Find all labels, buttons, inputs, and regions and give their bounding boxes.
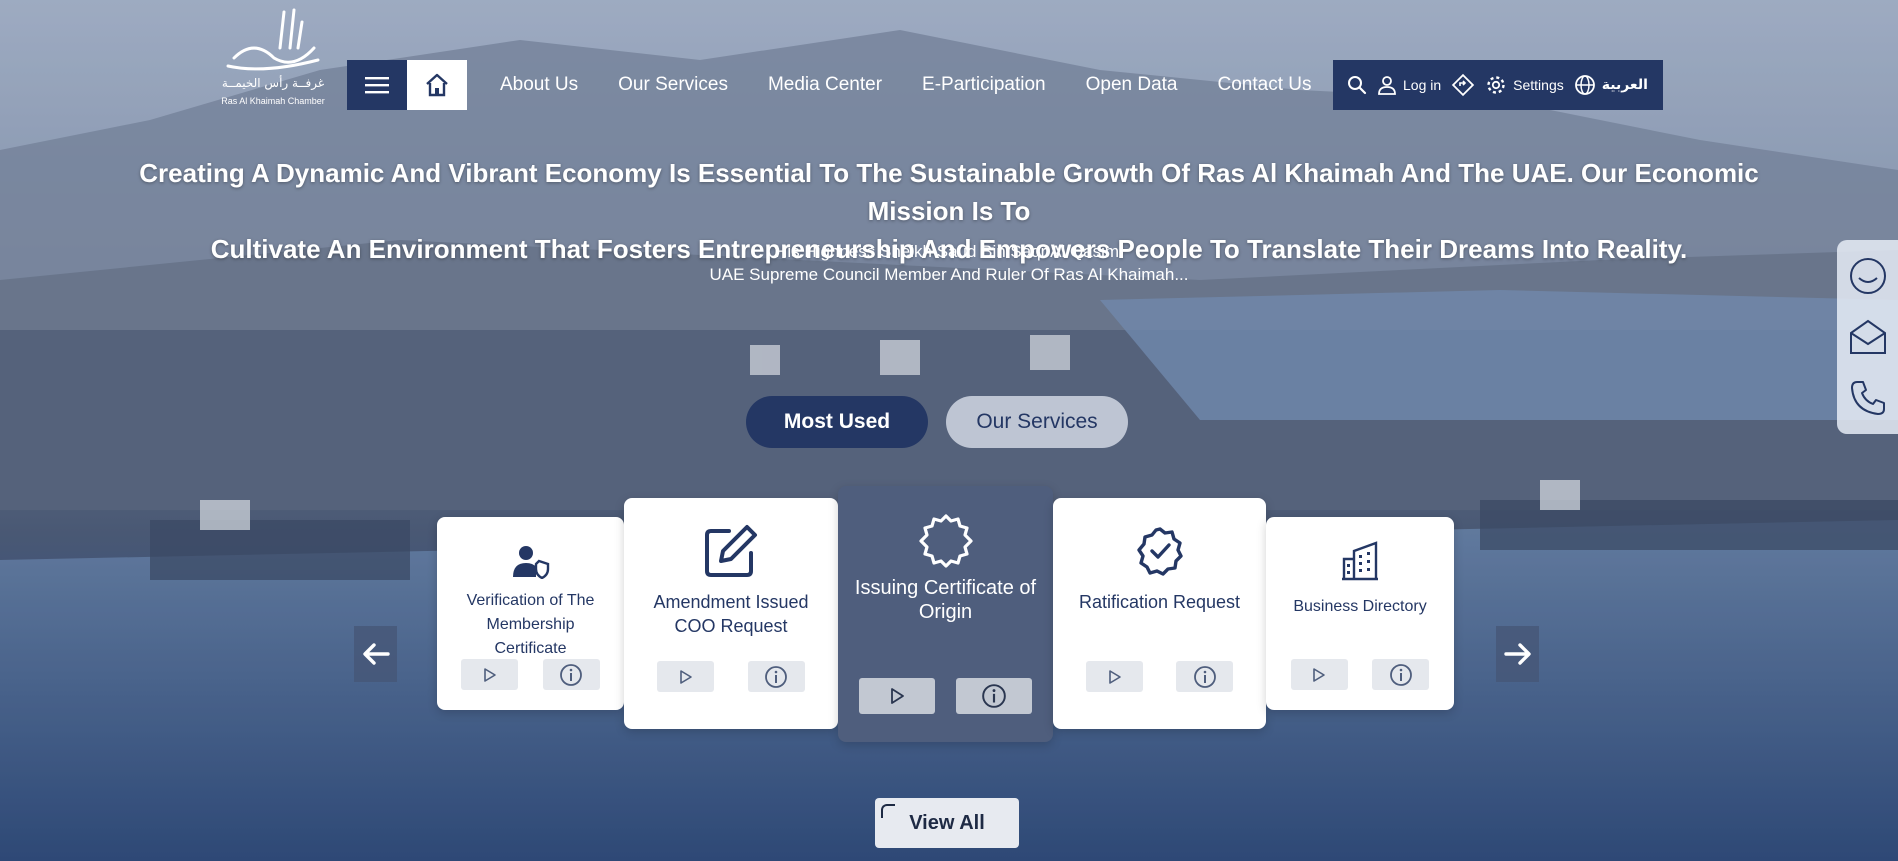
play-icon xyxy=(680,669,692,684)
hero-quote-line-1: Creating A Dynamic And Vibrant Economy I… xyxy=(139,158,1759,226)
user-shield-icon xyxy=(512,546,549,579)
nav-open-data[interactable]: Open Data xyxy=(1086,74,1178,96)
settings-button[interactable]: Settings xyxy=(1485,74,1564,96)
info-icon xyxy=(1193,665,1216,688)
edit-square-icon xyxy=(705,525,757,577)
nav-e-participation[interactable]: E-Participation xyxy=(922,74,1046,96)
nav-media-center[interactable]: Media Center xyxy=(768,74,882,96)
login-button[interactable]: Log in xyxy=(1377,75,1441,95)
service-info-button[interactable] xyxy=(747,661,805,692)
badge-check-icon xyxy=(1136,527,1183,576)
hamburger-menu-button[interactable] xyxy=(347,60,407,110)
directions-icon xyxy=(1451,73,1475,97)
utility-bar: Log in Settings العربية xyxy=(1333,60,1663,110)
nav-our-services[interactable]: Our Services xyxy=(618,74,728,96)
carousel-next-button[interactable] xyxy=(1496,626,1539,682)
gear-icon xyxy=(1487,76,1505,94)
open-service-button[interactable] xyxy=(859,678,935,714)
info-icon xyxy=(560,663,583,686)
service-info-button[interactable] xyxy=(542,659,600,690)
nav-contact-us[interactable]: Contact Us xyxy=(1218,74,1312,96)
service-card-title: Business Directory xyxy=(1293,598,1427,615)
settings-label: Settings xyxy=(1513,77,1564,93)
open-service-button[interactable] xyxy=(1086,661,1143,692)
carousel-prev-button[interactable] xyxy=(354,626,397,682)
tab-most-used[interactable]: Most Used xyxy=(746,396,928,448)
play-icon xyxy=(1313,667,1325,682)
user-icon xyxy=(1378,76,1396,95)
directions-button[interactable] xyxy=(1451,73,1475,97)
svg-text:Ras Al Khaimah Chamber: Ras Al Khaimah Chamber xyxy=(221,96,325,106)
svg-text:غرفــة رأس الخيمــة: غرفــة رأس الخيمــة xyxy=(222,75,324,91)
service-info-button[interactable] xyxy=(1176,661,1233,692)
main-navigation: About Us Our Services Media Center E-Par… xyxy=(500,60,1311,110)
globe-icon xyxy=(1574,75,1595,95)
play-icon xyxy=(891,688,904,704)
play-icon xyxy=(1108,669,1121,684)
phone-icon[interactable] xyxy=(1848,378,1888,418)
corner-accent xyxy=(881,804,895,818)
open-service-button[interactable] xyxy=(657,661,715,692)
service-card-ratification-request[interactable]: Ratification Request xyxy=(1053,498,1266,729)
view-all-button[interactable]: View All xyxy=(875,798,1019,848)
view-all-label: View All xyxy=(909,811,985,834)
service-card-amendment-coo[interactable]: Amendment Issued COO Request xyxy=(624,498,838,729)
hamburger-icon xyxy=(365,77,389,94)
language-label: العربية xyxy=(1601,77,1648,93)
service-card-issuing-coo[interactable]: Issuing Certificate of Origin xyxy=(838,486,1053,742)
hero-author: His Highness Sheikh Saud Bin Saqr Al Qas… xyxy=(0,240,1898,286)
building-icon xyxy=(1342,541,1378,581)
service-info-button[interactable] xyxy=(1372,659,1430,690)
nav-about-us[interactable]: About Us xyxy=(500,74,578,96)
info-icon xyxy=(1389,663,1412,686)
login-label: Log in xyxy=(1403,77,1442,93)
info-icon xyxy=(982,684,1006,708)
home-button[interactable] xyxy=(407,60,467,110)
search-button[interactable] xyxy=(1347,75,1367,95)
service-card-title: Ratification Request xyxy=(1078,592,1241,612)
service-card-business-directory[interactable]: Business Directory xyxy=(1266,517,1454,710)
home-icon xyxy=(426,73,448,97)
service-card-title: Amendment Issued COO Request xyxy=(653,592,809,636)
service-card-title: Verification of The Membership Certifica… xyxy=(466,592,595,657)
happiness-meter-icon[interactable] xyxy=(1848,256,1888,296)
language-switch-button[interactable]: العربية xyxy=(1574,74,1648,96)
author-name: His Highness Sheikh Saud Bin Saqr Al Qas… xyxy=(775,242,1123,261)
search-icon xyxy=(1348,76,1367,95)
author-title: UAE Supreme Council Member And Ruler Of … xyxy=(709,265,1189,284)
tab-our-services[interactable]: Our Services xyxy=(946,396,1128,448)
open-service-button[interactable] xyxy=(1290,659,1348,690)
open-service-button[interactable] xyxy=(461,659,519,690)
service-card-title: Issuing Certificate of Origin xyxy=(854,577,1037,623)
arrow-left-icon xyxy=(362,643,390,665)
service-card-verification-membership[interactable]: Verification of The Membership Certifica… xyxy=(437,517,624,710)
certificate-badge-icon xyxy=(918,514,973,568)
ras-al-khaimah-chamber-logo[interactable]: غرفــة رأس الخيمــة Ras Al Khaimah Chamb… xyxy=(214,8,332,112)
service-info-button[interactable] xyxy=(956,678,1032,714)
arrow-right-icon xyxy=(1503,643,1531,665)
info-icon xyxy=(765,665,788,688)
mail-icon[interactable] xyxy=(1848,317,1888,357)
floating-contact-widget xyxy=(1837,240,1898,434)
play-icon xyxy=(484,667,496,682)
